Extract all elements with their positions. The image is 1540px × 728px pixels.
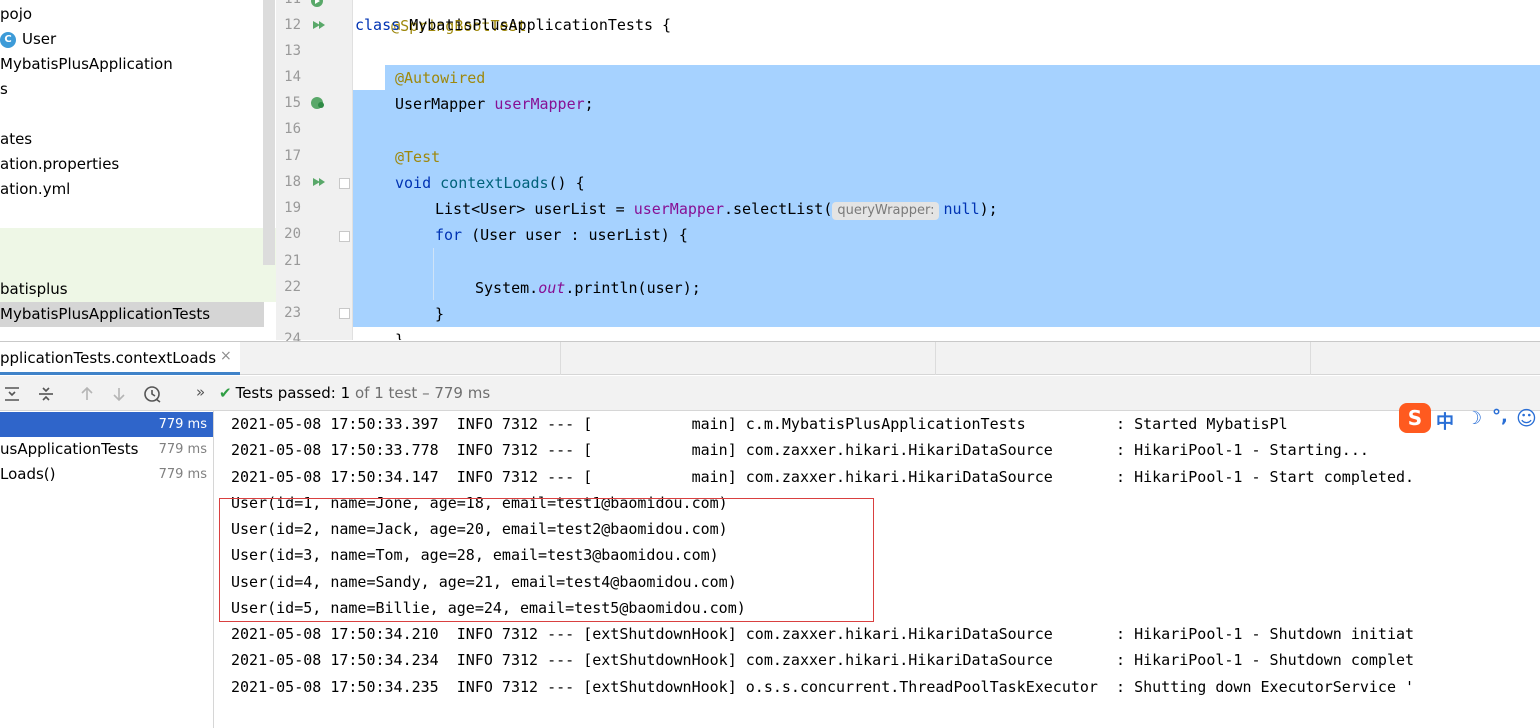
sogou-logo-icon[interactable]: S [1398, 402, 1432, 434]
fold-marker-icon[interactable] [339, 178, 350, 189]
fold-marker-icon[interactable] [339, 308, 350, 319]
tree-item-application[interactable]: MybatisPlusApplication [0, 52, 276, 77]
bean-navigation-icon[interactable] [310, 96, 326, 110]
line-number: 17 [284, 148, 301, 164]
ime-chinese-mode[interactable]: 中 [1436, 408, 1454, 434]
line-number: 20 [284, 226, 301, 242]
line-number: 11 [276, 0, 301, 7]
annotation-highlight-box [219, 498, 874, 622]
line-number: 12 [284, 17, 301, 33]
test-duration: 779 ms [158, 417, 207, 432]
log-line: 2021-05-08 17:50:34.235 INFO 7312 --- [e… [231, 678, 1415, 696]
code-line-19: List<User> userList = userMapper.selectL… [435, 200, 998, 220]
tree-scrollbar[interactable] [263, 0, 275, 265]
tree-item-application-properties[interactable]: ation.properties [0, 152, 276, 177]
test-row-method[interactable]: Loads() 779 ms [0, 462, 213, 487]
close-icon[interactable]: × [220, 348, 232, 364]
indent-guide [433, 248, 434, 300]
line-number: 13 [284, 43, 301, 59]
selection-gap [353, 65, 385, 90]
run-tab-bar: pplicationTests.contextLoads × [0, 341, 1540, 375]
tree-item-templates[interactable]: ates [0, 127, 276, 152]
tab-divider [1310, 342, 1311, 375]
code-line-14: @Autowired [395, 69, 486, 87]
code-line-17: @Test [395, 148, 441, 166]
run-toolbar: » ✔ Tests passed: 1 of 1 test – 779 ms [0, 376, 1540, 411]
log-line: 2021-05-08 17:50:34.234 INFO 7312 --- [e… [231, 651, 1415, 669]
log-line: 2021-05-08 17:50:34.147 INFO 7312 --- [ … [231, 468, 1415, 486]
emoji-icon[interactable]: ☺ [1516, 406, 1537, 430]
tree-item-label: MybatisPlusApplicationTests [0, 305, 211, 323]
tree-item-resources[interactable]: s [0, 77, 276, 102]
code-line-22: System.out.println(user); [475, 279, 701, 297]
line-number: 18 [284, 174, 301, 190]
tree-item-label: batisplus [0, 280, 68, 298]
project-tree-panel: pojo C User MybatisPlusApplication s ate… [0, 0, 276, 340]
code-line-15: UserMapper userMapper; [395, 95, 594, 113]
moon-icon[interactable]: ☽ [1466, 408, 1482, 429]
tree-item-mybatisplus-package[interactable]: batisplus [0, 277, 276, 302]
line-number: 16 [284, 121, 301, 137]
line-number: 19 [284, 200, 301, 216]
fold-marker-icon[interactable] [339, 231, 350, 242]
line-number: 21 [284, 253, 301, 269]
run-test-class-icon[interactable] [310, 18, 326, 32]
check-icon: ✔ [219, 384, 232, 402]
log-line: 2021-05-08 17:50:33.778 INFO 7312 --- [ … [231, 441, 1369, 459]
run-test-method-icon[interactable] [310, 175, 326, 189]
tab-run-contextloads[interactable]: pplicationTests.contextLoads × [0, 342, 240, 375]
test-duration: 779 ms [158, 442, 207, 457]
log-line: 2021-05-08 17:50:33.397 INFO 7312 --- [ … [231, 415, 1288, 433]
tree-item-label: s [0, 80, 8, 98]
test-row-class[interactable]: usApplicationTests 779 ms [0, 437, 213, 462]
tree-item-application-yml[interactable]: ation.yml [0, 177, 276, 202]
line-number: 22 [284, 279, 301, 295]
collapse-all-icon[interactable] [36, 384, 56, 404]
expand-all-icon[interactable] [2, 384, 22, 404]
tests-status: ✔ Tests passed: 1 of 1 test – 779 ms [219, 384, 491, 402]
code-line-23: } [435, 305, 445, 323]
test-duration: 779 ms [158, 467, 207, 482]
line-number: 14 [284, 69, 301, 85]
parameter-hint: queryWrapper: [832, 202, 940, 220]
tree-item-label: pojo [0, 5, 33, 23]
line-number: 15 [284, 95, 301, 111]
code-line-12: class MybatisPlusApplicationTests { [355, 16, 672, 34]
code-editor[interactable]: @SpringBootTest class MybatisPlusApplica… [353, 0, 1540, 340]
console-output[interactable]: 2021-05-08 17:50:33.397 INFO 7312 --- [ … [215, 411, 1540, 728]
run-test-icon[interactable] [310, 0, 326, 8]
tree-item-pojo[interactable]: pojo [0, 2, 276, 27]
tree-item-user[interactable]: C User [0, 27, 276, 52]
tab-divider [935, 342, 936, 375]
line-number: 23 [284, 305, 301, 321]
test-row-root[interactable]: 779 ms [0, 412, 213, 437]
more-actions-icon[interactable]: » [196, 383, 205, 401]
tree-item-label: ation.yml [0, 180, 71, 198]
punctuation-icon[interactable]: °, [1492, 406, 1508, 427]
tree-item-label: ates [0, 130, 33, 148]
svg-text:S: S [1408, 406, 1422, 430]
tree-item-tests-class[interactable]: MybatisPlusApplicationTests [0, 302, 264, 327]
next-failed-icon[interactable] [109, 384, 129, 404]
class-icon: C [0, 32, 16, 48]
tab-title: pplicationTests.contextLoads [0, 349, 217, 367]
tree-item-label: ation.properties [0, 155, 120, 173]
tab-divider [560, 342, 561, 375]
code-line-20: for (User user : userList) { [435, 226, 688, 244]
tree-item-label: MybatisPlusApplication [0, 55, 173, 73]
code-line-24: } [395, 331, 405, 340]
tree-item-label: User [22, 30, 57, 48]
code-line-18: void contextLoads() { [395, 174, 585, 192]
editor-gutter: 11 12 13 14 15 16 17 18 19 20 21 22 23 2… [276, 0, 353, 347]
test-results-tree: 779 ms usApplicationTests 779 ms Loads()… [0, 411, 214, 728]
log-line: 2021-05-08 17:50:34.210 INFO 7312 --- [e… [231, 625, 1415, 643]
previous-failed-icon[interactable] [77, 384, 97, 404]
history-clock-icon[interactable] [142, 384, 162, 404]
ime-toolbar[interactable]: S 中 ☽ °, ☺ [1396, 402, 1540, 436]
